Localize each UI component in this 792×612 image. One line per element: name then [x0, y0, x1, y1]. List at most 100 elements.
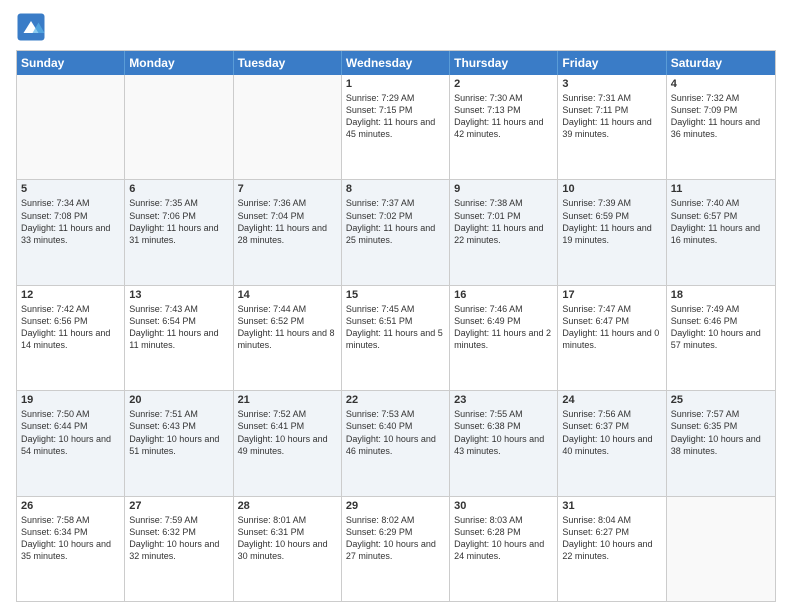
- cell-info: Sunrise: 7:42 AM Sunset: 6:56 PM Dayligh…: [21, 303, 120, 352]
- header-cell-tuesday: Tuesday: [234, 51, 342, 75]
- header-cell-friday: Friday: [558, 51, 666, 75]
- header-cell-saturday: Saturday: [667, 51, 775, 75]
- cell-info: Sunrise: 7:35 AM Sunset: 7:06 PM Dayligh…: [129, 197, 228, 246]
- day-number: 30: [454, 500, 553, 512]
- cell-info: Sunrise: 7:49 AM Sunset: 6:46 PM Dayligh…: [671, 303, 771, 352]
- header-cell-thursday: Thursday: [450, 51, 558, 75]
- cal-cell-day-3: 3 Sunrise: 7:31 AM Sunset: 7:11 PM Daylig…: [558, 75, 666, 179]
- day-number: 9: [454, 183, 553, 195]
- day-number: 31: [562, 500, 661, 512]
- cal-cell-day-22: 22 Sunrise: 7:53 AM Sunset: 6:40 PM Dayli…: [342, 391, 450, 495]
- cell-info: Sunrise: 7:36 AM Sunset: 7:04 PM Dayligh…: [238, 197, 337, 246]
- day-number: 3: [562, 78, 661, 90]
- cell-info: Sunrise: 7:47 AM Sunset: 6:47 PM Dayligh…: [562, 303, 661, 352]
- calendar: SundayMondayTuesdayWednesdayThursdayFrid…: [16, 50, 776, 602]
- cell-info: Sunrise: 7:39 AM Sunset: 6:59 PM Dayligh…: [562, 197, 661, 246]
- cal-cell-day-14: 14Sunrise: 7:44 AM Sunset: 6:52 PM Dayli…: [234, 286, 342, 390]
- cell-info: Sunrise: 8:04 AM Sunset: 6:27 PM Dayligh…: [562, 514, 661, 563]
- cal-row-1: 5 Sunrise: 7:34 AM Sunset: 7:08 PM Daylig…: [17, 179, 775, 284]
- cal-cell-day-11: 11 Sunrise: 7:40 AM Sunset: 6:57 PM Dayli…: [667, 180, 775, 284]
- cell-info: Sunrise: 7:34 AM Sunset: 7:08 PM Dayligh…: [21, 197, 120, 246]
- cal-cell-day-7: 7 Sunrise: 7:36 AM Sunset: 7:04 PM Daylig…: [234, 180, 342, 284]
- cal-cell-day-17: 17 Sunrise: 7:47 AM Sunset: 6:47 PM Dayli…: [558, 286, 666, 390]
- day-number: 23: [454, 394, 553, 406]
- cal-cell-day-16: 16Sunrise: 7:46 AM Sunset: 6:49 PM Dayli…: [450, 286, 558, 390]
- header-cell-monday: Monday: [125, 51, 233, 75]
- calendar-header-row: SundayMondayTuesdayWednesdayThursdayFrid…: [17, 51, 775, 75]
- cell-info: Sunrise: 7:55 AM Sunset: 6:38 PM Dayligh…: [454, 408, 553, 457]
- cell-info: Sunrise: 7:52 AM Sunset: 6:41 PM Dayligh…: [238, 408, 337, 457]
- cal-cell-day-5: 5 Sunrise: 7:34 AM Sunset: 7:08 PM Daylig…: [17, 180, 125, 284]
- cal-cell-day-6: 6 Sunrise: 7:35 AM Sunset: 7:06 PM Daylig…: [125, 180, 233, 284]
- cell-info: Sunrise: 7:59 AM Sunset: 6:32 PM Dayligh…: [129, 514, 228, 563]
- cal-cell-day-4: 4 Sunrise: 7:32 AM Sunset: 7:09 PM Daylig…: [667, 75, 775, 179]
- cal-cell-day-15: 15Sunrise: 7:45 AM Sunset: 6:51 PM Dayli…: [342, 286, 450, 390]
- day-number: 12: [21, 289, 120, 301]
- cell-info: Sunrise: 7:32 AM Sunset: 7:09 PM Dayligh…: [671, 92, 771, 141]
- cell-info: Sunrise: 7:51 AM Sunset: 6:43 PM Dayligh…: [129, 408, 228, 457]
- header-cell-sunday: Sunday: [17, 51, 125, 75]
- cell-info: Sunrise: 7:58 AM Sunset: 6:34 PM Dayligh…: [21, 514, 120, 563]
- day-number: 5: [21, 183, 120, 195]
- cell-info: Sunrise: 7:46 AM Sunset: 6:49 PM Dayligh…: [454, 303, 553, 352]
- day-number: 27: [129, 500, 228, 512]
- page: SundayMondayTuesdayWednesdayThursdayFrid…: [0, 0, 792, 612]
- cal-cell-empty: [234, 75, 342, 179]
- header-cell-wednesday: Wednesday: [342, 51, 450, 75]
- day-number: 21: [238, 394, 337, 406]
- day-number: 4: [671, 78, 771, 90]
- cell-info: Sunrise: 7:30 AM Sunset: 7:13 PM Dayligh…: [454, 92, 553, 141]
- day-number: 22: [346, 394, 445, 406]
- cal-cell-day-31: 31 Sunrise: 8:04 AM Sunset: 6:27 PM Dayli…: [558, 497, 666, 601]
- day-number: 8: [346, 183, 445, 195]
- day-number: 13: [129, 289, 228, 301]
- cell-info: Sunrise: 7:40 AM Sunset: 6:57 PM Dayligh…: [671, 197, 771, 246]
- calendar-body: 1 Sunrise: 7:29 AM Sunset: 7:15 PM Daylig…: [17, 75, 775, 601]
- cal-row-0: 1 Sunrise: 7:29 AM Sunset: 7:15 PM Daylig…: [17, 75, 775, 179]
- cal-cell-day-9: 9 Sunrise: 7:38 AM Sunset: 7:01 PM Daylig…: [450, 180, 558, 284]
- cell-info: Sunrise: 7:45 AM Sunset: 6:51 PM Dayligh…: [346, 303, 445, 352]
- day-number: 18: [671, 289, 771, 301]
- cell-info: Sunrise: 7:53 AM Sunset: 6:40 PM Dayligh…: [346, 408, 445, 457]
- cell-info: Sunrise: 7:29 AM Sunset: 7:15 PM Dayligh…: [346, 92, 445, 141]
- cal-cell-day-18: 18 Sunrise: 7:49 AM Sunset: 6:46 PM Dayli…: [667, 286, 775, 390]
- day-number: 29: [346, 500, 445, 512]
- cal-cell-day-25: 25Sunrise: 7:57 AM Sunset: 6:35 PM Dayli…: [667, 391, 775, 495]
- logo-icon: [16, 12, 46, 42]
- cell-info: Sunrise: 7:57 AM Sunset: 6:35 PM Dayligh…: [671, 408, 771, 457]
- cal-row-2: 12 Sunrise: 7:42 AM Sunset: 6:56 PM Dayli…: [17, 285, 775, 390]
- cal-cell-day-13: 13 Sunrise: 7:43 AM Sunset: 6:54 PM Dayli…: [125, 286, 233, 390]
- cell-info: Sunrise: 7:56 AM Sunset: 6:37 PM Dayligh…: [562, 408, 661, 457]
- day-number: 17: [562, 289, 661, 301]
- cal-cell-day-8: 8 Sunrise: 7:37 AM Sunset: 7:02 PM Daylig…: [342, 180, 450, 284]
- cal-cell-empty: [667, 497, 775, 601]
- cal-cell-day-30: 30 Sunrise: 8:03 AM Sunset: 6:28 PM Dayli…: [450, 497, 558, 601]
- cell-info: Sunrise: 7:50 AM Sunset: 6:44 PM Dayligh…: [21, 408, 120, 457]
- cal-cell-day-19: 19 Sunrise: 7:50 AM Sunset: 6:44 PM Dayli…: [17, 391, 125, 495]
- cell-info: Sunrise: 8:03 AM Sunset: 6:28 PM Dayligh…: [454, 514, 553, 563]
- cell-info: Sunrise: 7:37 AM Sunset: 7:02 PM Dayligh…: [346, 197, 445, 246]
- day-number: 11: [671, 183, 771, 195]
- day-number: 7: [238, 183, 337, 195]
- logo: [16, 12, 50, 42]
- day-number: 1: [346, 78, 445, 90]
- cal-cell-empty: [17, 75, 125, 179]
- cal-cell-day-10: 10 Sunrise: 7:39 AM Sunset: 6:59 PM Dayli…: [558, 180, 666, 284]
- day-number: 2: [454, 78, 553, 90]
- cell-info: Sunrise: 8:01 AM Sunset: 6:31 PM Dayligh…: [238, 514, 337, 563]
- cell-info: Sunrise: 7:43 AM Sunset: 6:54 PM Dayligh…: [129, 303, 228, 352]
- cal-cell-day-20: 20Sunrise: 7:51 AM Sunset: 6:43 PM Dayli…: [125, 391, 233, 495]
- cal-cell-day-23: 23 Sunrise: 7:55 AM Sunset: 6:38 PM Dayli…: [450, 391, 558, 495]
- cal-cell-day-2: 2 Sunrise: 7:30 AM Sunset: 7:13 PM Daylig…: [450, 75, 558, 179]
- day-number: 19: [21, 394, 120, 406]
- day-number: 24: [562, 394, 661, 406]
- day-number: 14: [238, 289, 337, 301]
- header: [16, 12, 776, 42]
- day-number: 6: [129, 183, 228, 195]
- cal-cell-day-1: 1 Sunrise: 7:29 AM Sunset: 7:15 PM Daylig…: [342, 75, 450, 179]
- day-number: 10: [562, 183, 661, 195]
- cell-info: Sunrise: 7:31 AM Sunset: 7:11 PM Dayligh…: [562, 92, 661, 141]
- cal-cell-empty: [125, 75, 233, 179]
- cell-info: Sunrise: 7:38 AM Sunset: 7:01 PM Dayligh…: [454, 197, 553, 246]
- cal-row-4: 26Sunrise: 7:58 AM Sunset: 6:34 PM Dayli…: [17, 496, 775, 601]
